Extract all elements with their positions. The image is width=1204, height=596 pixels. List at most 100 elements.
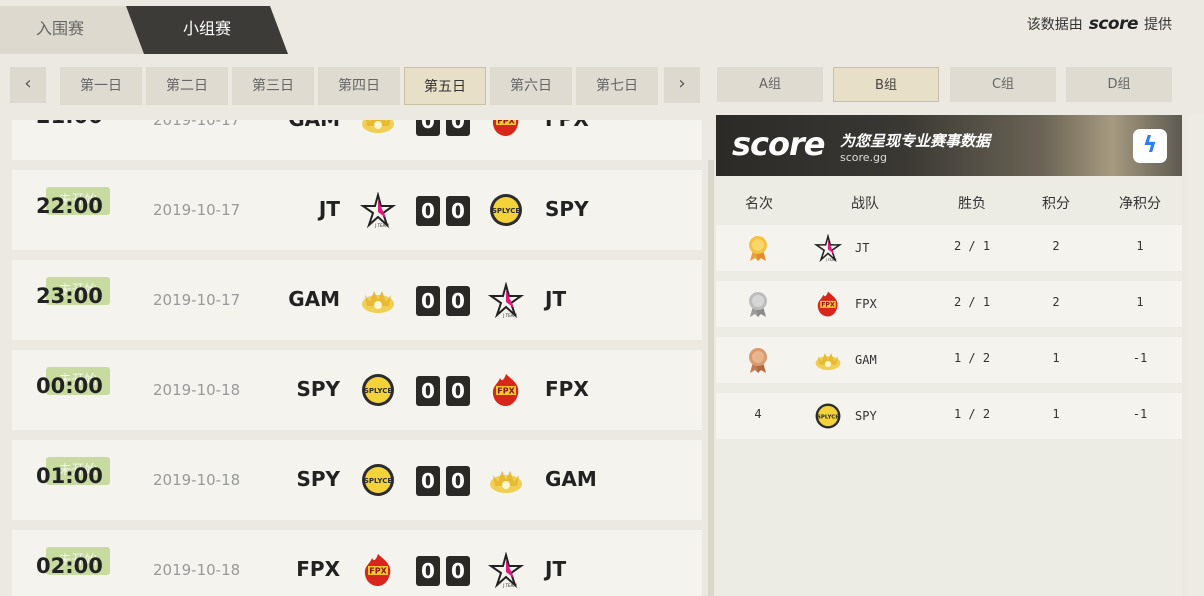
- lightning-icon[interactable]: ϟ: [1133, 129, 1167, 163]
- away-score: 0: [446, 466, 470, 496]
- tab-day-3[interactable]: 第三日: [232, 67, 314, 105]
- away-team: SPY: [545, 197, 589, 221]
- match-date: 2019-10-17: [153, 120, 241, 129]
- silver-medal-icon: [747, 290, 769, 318]
- header-net-points: 净积分: [1119, 196, 1161, 212]
- points: 1: [1052, 351, 1060, 365]
- match-row[interactable]: 未开始 02:00 2019-10-18 FPX 0 0 JT: [12, 530, 702, 596]
- home-score: 0: [416, 466, 440, 496]
- away-team: JT: [545, 287, 567, 311]
- match-date: 2019-10-18: [153, 561, 241, 579]
- away-score: 0: [446, 556, 470, 586]
- header-rank: 名次: [745, 196, 773, 212]
- home-team: FPX: [296, 557, 340, 581]
- team-name: SPY: [855, 409, 877, 423]
- net-points: 1: [1136, 239, 1144, 253]
- banner-slogan: 为您呈现专业赛事数据: [840, 132, 991, 150]
- home-score: 0: [416, 556, 440, 586]
- match-time: 01:00: [36, 464, 103, 488]
- jt-logo-icon: [360, 192, 396, 228]
- standings-row[interactable]: 4 SPY 1 / 2 1 -1: [716, 393, 1182, 439]
- tab-group-d[interactable]: D组: [1066, 67, 1172, 102]
- match-date: 2019-10-18: [153, 471, 241, 489]
- match-list-scrollbar[interactable]: [708, 160, 714, 596]
- match-row[interactable]: 未开始 23:00 2019-10-17 GAM 0 0 JT: [12, 260, 702, 340]
- match-list[interactable]: 21:00 2019-10-17 GAM 0 0 FPX 未开始 22:00 2…: [12, 120, 702, 596]
- home-score: 0: [416, 196, 440, 226]
- tab-group-c[interactable]: C组: [950, 67, 1056, 102]
- header-points: 积分: [1042, 196, 1070, 212]
- away-team: FPX: [545, 377, 589, 401]
- tab-group-stage[interactable]: 小组赛: [126, 6, 288, 54]
- next-day-button[interactable]: ›: [664, 67, 700, 103]
- tab-play-in[interactable]: 入围赛: [0, 6, 144, 54]
- tab-day-7[interactable]: 第七日: [576, 67, 658, 105]
- team-name: JT: [855, 241, 870, 255]
- tab-day-5[interactable]: 第五日: [404, 67, 486, 105]
- record: 1 / 2: [953, 407, 991, 421]
- fpx-logo-icon: [488, 372, 524, 408]
- tab-day-6[interactable]: 第六日: [490, 67, 572, 105]
- away-score: 0: [446, 120, 470, 136]
- match-row[interactable]: 21:00 2019-10-17 GAM 0 0 FPX: [12, 120, 702, 160]
- page-scrollbar[interactable]: [1188, 115, 1204, 596]
- gam-logo-icon: [813, 346, 843, 374]
- home-team: JT: [318, 197, 340, 221]
- net-points: -1: [1132, 407, 1148, 421]
- provider-prefix: 该数据由: [1026, 17, 1083, 33]
- home-score: 0: [416, 376, 440, 406]
- home-team: GAM: [288, 287, 340, 311]
- match-date: 2019-10-18: [153, 381, 241, 399]
- data-provider: 该数据由 score 提供: [1027, 14, 1172, 34]
- top-bar: 入围赛 小组赛 该数据由 score 提供: [0, 0, 1204, 54]
- home-team: GAM: [288, 120, 340, 131]
- tab-day-4[interactable]: 第四日: [318, 67, 400, 105]
- standings-row[interactable]: JT 2 / 1 2 1: [716, 225, 1182, 271]
- match-row[interactable]: 未开始 00:00 2019-10-18 SPY 0 0 FPX: [12, 350, 702, 430]
- away-score: 0: [446, 196, 470, 226]
- match-time: 22:00: [36, 194, 103, 218]
- team-name: FPX: [855, 297, 877, 311]
- home-score: 0: [416, 286, 440, 316]
- gam-logo-icon: [360, 120, 396, 138]
- points: 2: [1052, 239, 1060, 253]
- home-score: 0: [416, 120, 440, 136]
- score-banner[interactable]: score 为您呈现专业赛事数据 score.gg ϟ: [716, 115, 1182, 176]
- banner-url: score.gg: [840, 151, 888, 164]
- standings-panel: score 为您呈现专业赛事数据 score.gg ϟ 名次 战队 胜负 积分 …: [716, 115, 1182, 596]
- jt-logo-icon: [488, 552, 524, 588]
- standings-row[interactable]: FPX 2 / 1 2 1: [716, 281, 1182, 327]
- fpx-logo-icon: [488, 120, 524, 138]
- header-record: 胜负: [958, 196, 986, 212]
- tab-day-2[interactable]: 第二日: [146, 67, 228, 105]
- record: 1 / 2: [953, 351, 991, 365]
- home-team: SPY: [296, 377, 340, 401]
- spy-logo-icon: [360, 372, 396, 408]
- provider-suffix: 提供: [1144, 17, 1172, 33]
- tab-group-a[interactable]: A组: [717, 67, 823, 102]
- tab-group-b[interactable]: B组: [833, 67, 939, 102]
- jt-logo-icon: [813, 234, 843, 262]
- fpx-logo-icon: [813, 290, 843, 318]
- points: 2: [1052, 295, 1060, 309]
- tab-day-1[interactable]: 第一日: [60, 67, 142, 105]
- standings-row[interactable]: GAM 1 / 2 1 -1: [716, 337, 1182, 383]
- match-row[interactable]: 未开始 01:00 2019-10-18 SPY 0 0 GAM: [12, 440, 702, 520]
- points: 1: [1052, 407, 1060, 421]
- score-logo: score: [1088, 14, 1139, 34]
- spy-logo-icon: [813, 402, 843, 430]
- match-date: 2019-10-17: [153, 291, 241, 309]
- away-team: JT: [545, 557, 567, 581]
- gold-medal-icon: [747, 234, 769, 262]
- record: 2 / 1: [953, 239, 991, 253]
- match-row[interactable]: 未开始 22:00 2019-10-17 JT 0 0 SPY: [12, 170, 702, 250]
- gam-logo-icon: [488, 462, 524, 498]
- away-score: 0: [446, 286, 470, 316]
- record: 2 / 1: [953, 295, 991, 309]
- bronze-medal-icon: [747, 346, 769, 374]
- away-team: FPX: [545, 120, 589, 131]
- prev-day-button[interactable]: ‹: [10, 67, 46, 103]
- match-time: 21:00: [36, 120, 103, 128]
- banner-logo: score: [732, 125, 825, 163]
- away-team: GAM: [545, 467, 597, 491]
